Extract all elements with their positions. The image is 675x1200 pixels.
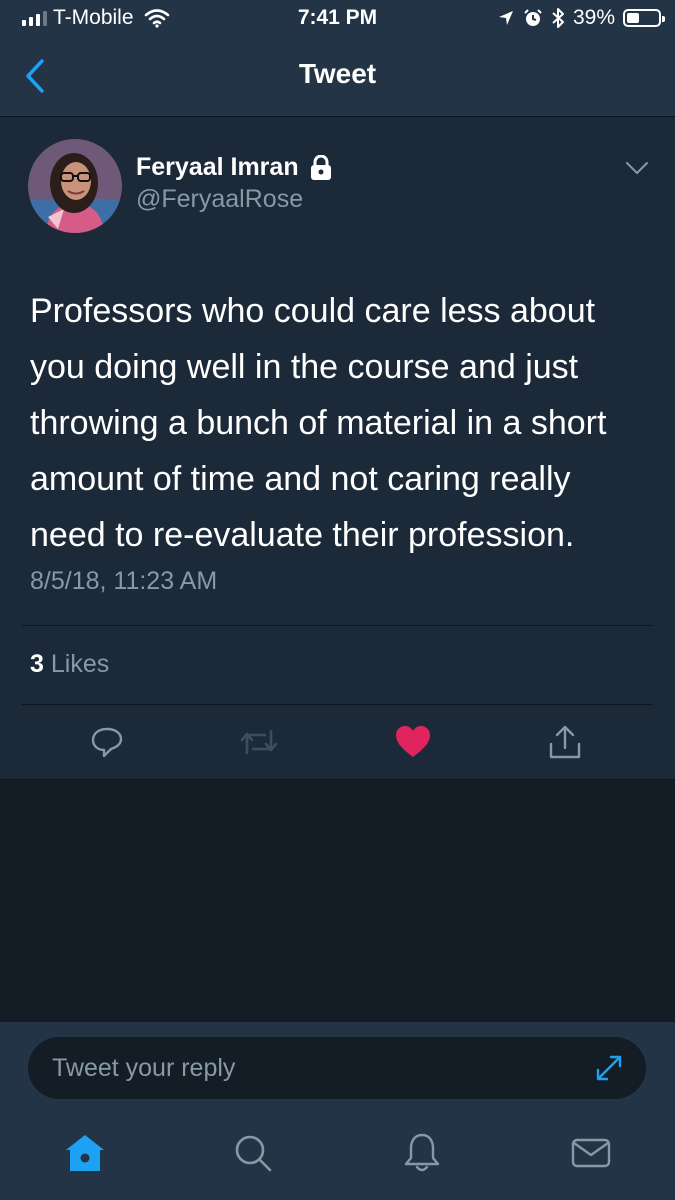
lock-icon xyxy=(310,154,331,180)
bluetooth-icon xyxy=(552,8,564,28)
tweet-menu-button[interactable] xyxy=(625,161,649,180)
expand-icon xyxy=(596,1055,622,1081)
tweet-timestamp: 8/5/18, 11:23 AM xyxy=(30,567,218,595)
avatar[interactable] xyxy=(28,139,122,233)
divider xyxy=(22,625,653,626)
tab-search[interactable] xyxy=(228,1128,278,1178)
location-icon xyxy=(498,11,513,25)
header: T-Mobile 7:41 PM 39% Tweet xyxy=(0,0,675,116)
search-icon xyxy=(235,1135,272,1172)
avatar-image xyxy=(28,139,122,233)
tab-bar xyxy=(0,1122,675,1200)
reply-button[interactable] xyxy=(82,717,132,767)
tab-messages[interactable] xyxy=(566,1128,616,1178)
battery-percent: 39% xyxy=(572,6,615,29)
expand-compose-button[interactable] xyxy=(594,1053,624,1088)
divider xyxy=(22,704,653,705)
bottom-area: Tweet your reply xyxy=(0,1022,675,1200)
share-icon xyxy=(549,725,581,759)
retweet-icon xyxy=(240,729,278,755)
like-button[interactable] xyxy=(388,717,438,767)
home-icon xyxy=(66,1135,104,1171)
tab-home[interactable] xyxy=(60,1128,110,1178)
chevron-down-icon xyxy=(626,162,648,174)
alarm-icon xyxy=(524,9,542,26)
share-button[interactable] xyxy=(540,717,590,767)
likes-count-link[interactable]: 3 Likes xyxy=(30,650,109,679)
battery-icon xyxy=(623,9,665,27)
tweet-actions xyxy=(0,717,675,767)
likes-count: 3 xyxy=(30,650,44,678)
tweet-text: Professors who could care less about you… xyxy=(30,292,607,554)
author-handle[interactable]: @FeryaalRose xyxy=(136,185,303,214)
messages-icon xyxy=(571,1138,611,1168)
tab-notifications[interactable] xyxy=(397,1128,447,1178)
retweet-button[interactable] xyxy=(234,717,284,767)
nav-bar: Tweet xyxy=(0,38,675,116)
reply-placeholder: Tweet your reply xyxy=(52,1054,236,1082)
like-icon xyxy=(396,726,430,757)
author-name[interactable]: Feryaal Imran xyxy=(136,153,299,182)
status-bar: T-Mobile 7:41 PM 39% xyxy=(0,0,675,38)
likes-label: Likes xyxy=(50,650,110,678)
reply-icon xyxy=(91,727,123,758)
notifications-icon xyxy=(404,1133,440,1172)
page-title: Tweet xyxy=(298,58,377,89)
tweet-detail: Feryaal Imran @FeryaalRose Professors wh… xyxy=(0,116,675,780)
reply-input[interactable]: Tweet your reply xyxy=(28,1037,646,1099)
